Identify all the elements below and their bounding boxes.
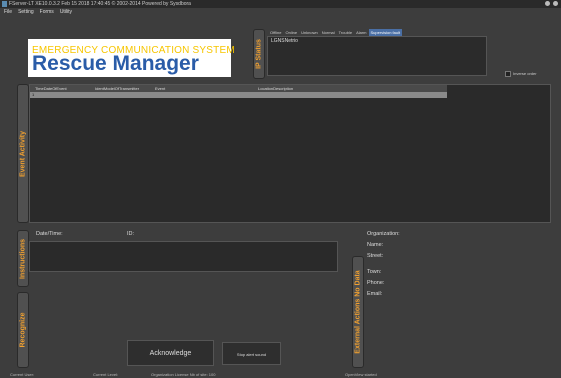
menu-file[interactable]: File	[4, 9, 12, 15]
title-bar: FServer-LT XE10.0.3.2 Feb 15 2018 17:40:…	[0, 0, 561, 8]
col-location[interactable]: LocationDescription	[258, 86, 293, 91]
id-label: ID:	[127, 231, 135, 237]
filter-offline[interactable]: Offline	[268, 29, 284, 36]
filter-trouble[interactable]: Trouble	[337, 29, 354, 36]
col-ident-model[interactable]: IdentModelOfTransmitter	[95, 86, 139, 91]
phone-label: Phone:	[367, 280, 385, 286]
stop-alert-sound-button[interactable]: Stop alert sound	[222, 342, 281, 365]
recognize-tab-label: Recognize	[19, 312, 27, 348]
tab-recognize[interactable]: Recognize	[17, 292, 29, 368]
town-label: Town:	[367, 269, 382, 275]
row-marker: 1	[32, 92, 35, 97]
table-row[interactable]: 1	[30, 92, 447, 98]
organization-label: Organization:	[367, 231, 400, 237]
checkbox-icon[interactable]	[505, 71, 511, 77]
datetime-label: Date/Time:	[36, 231, 63, 237]
inverse-order-checkbox[interactable]: Inverse order	[505, 71, 537, 77]
grid-header: TimeDateOfEvent IdentModelOfTransmitter …	[30, 85, 447, 92]
acknowledge-button[interactable]: Acknowledge	[127, 340, 214, 366]
tab-instructions[interactable]: Instructions	[17, 230, 29, 287]
status-bar: Current User: Current Level: Organizatio…	[0, 371, 561, 378]
ip-status-list[interactable]: LGNSNetrio	[267, 36, 487, 76]
event-activity-grid[interactable]: TimeDateOfEvent IdentModelOfTransmitter …	[29, 84, 551, 223]
tab-ip-status[interactable]: IP Status	[253, 29, 265, 79]
status-current-level: Current Level:	[93, 372, 119, 377]
window-title: FServer-LT XE10.0.3.2 Feb 15 2018 17:40:…	[9, 1, 191, 7]
logo-title: Rescue Manager	[32, 52, 199, 75]
logo: EMERGENCY COMMUNICATION SYSTEM Rescue Ma…	[28, 39, 235, 77]
menu-bar: File Setting Forms Utility	[0, 8, 561, 16]
col-event[interactable]: Event	[155, 86, 165, 91]
tab-event-activity[interactable]: Event Activity	[17, 84, 29, 223]
menu-setting[interactable]: Setting	[18, 9, 34, 15]
col-time-date[interactable]: TimeDateOfEvent	[35, 86, 67, 91]
ip-status-text: LGNSNetrio	[271, 38, 298, 44]
filter-supervision-fault[interactable]: Supervision fault	[368, 29, 403, 36]
status-current-user: Current User:	[10, 372, 35, 377]
minimize-icon[interactable]	[545, 1, 550, 6]
instructions-text-area[interactable]	[29, 241, 338, 272]
menu-utility[interactable]: Utility	[60, 9, 72, 15]
street-label: Street:	[367, 253, 384, 259]
filter-normal[interactable]: Normal	[320, 29, 337, 36]
menu-forms[interactable]: Forms	[40, 9, 54, 15]
instructions-tab-label: Instructions	[19, 238, 27, 279]
name-label: Name:	[367, 242, 384, 248]
filter-alarm[interactable]: Alarm	[354, 29, 368, 36]
event-activity-tab-label: Event Activity	[19, 130, 27, 177]
filter-unknown[interactable]: Unknown	[299, 29, 320, 36]
ip-status-tab-label: IP Status	[255, 39, 263, 69]
inverse-order-label: Inverse order	[513, 71, 537, 77]
tab-external-actions[interactable]: External Actions No Data	[352, 256, 364, 368]
status-license: Organization License Nb of site: 100	[151, 372, 216, 377]
external-actions-tab-label: External Actions No Data	[354, 270, 362, 354]
filter-online[interactable]: Online	[284, 29, 300, 36]
status-openview: OpenView started	[345, 372, 377, 377]
app-icon	[2, 1, 7, 7]
email-label: Email:	[367, 291, 383, 297]
close-icon[interactable]	[553, 1, 558, 6]
ip-status-filters: Offline Online Unknown Normal Trouble Alarm Su…	[268, 29, 403, 36]
